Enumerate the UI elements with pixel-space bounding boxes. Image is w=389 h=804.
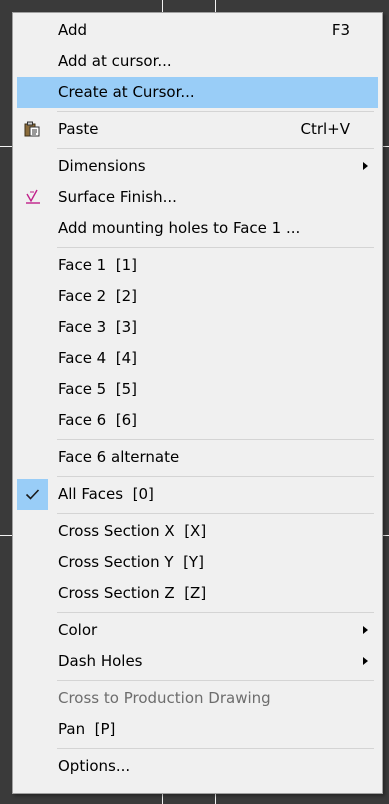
menu-item-label: Options... [58, 757, 131, 775]
menu-item-label: Add at cursor... [58, 52, 172, 70]
menu-item-face-1[interactable]: Face 1 [1] [17, 250, 378, 281]
menu-item-label: Cross Section X [X] [58, 522, 207, 540]
menu-item-label: All Faces [0] [58, 485, 154, 503]
menu-item-label: Face 2 [2] [58, 287, 138, 305]
submenu-arrow-icon [363, 626, 368, 634]
menu-item-all-faces[interactable]: All Faces [0] [17, 479, 378, 510]
menu-item-face-5[interactable]: Face 5 [5] [17, 374, 378, 405]
menu-item-cross-section-z[interactable]: Cross Section Z [Z] [17, 578, 378, 609]
menu-separator [57, 476, 374, 477]
menu-separator [57, 612, 374, 613]
menu-item-label: Create at Cursor... [58, 83, 195, 101]
menu-item-label: Add mounting holes to Face 1 ... [58, 219, 301, 237]
menu-item-label: Surface Finish... [58, 188, 177, 206]
menu-separator [57, 247, 374, 248]
menu-item-shortcut: F3 [331, 21, 350, 39]
menu-item-shortcut: Ctrl+V [300, 120, 350, 138]
menu-item-create-at-cursor[interactable]: Create at Cursor... [17, 77, 378, 108]
menu-separator [57, 439, 374, 440]
menu-item-face-3[interactable]: Face 3 [3] [17, 312, 378, 343]
menu-item-label: Face 6 [6] [58, 411, 138, 429]
menu-item-face-4[interactable]: Face 4 [4] [17, 343, 378, 374]
menu-item-label: Cross to Production Drawing [58, 689, 271, 707]
surface-finish-icon [26, 189, 40, 204]
menu-item-label: Paste [58, 120, 99, 138]
menu-item-paste[interactable]: Paste Ctrl+V [17, 114, 378, 145]
menu-item-label: Dash Holes [58, 652, 143, 670]
checkmark-icon [25, 489, 40, 500]
menu-item-label: Color [58, 621, 98, 639]
menu-item-add[interactable]: Add F3 [17, 15, 378, 46]
menu-item-label: Cross Section Y [Y] [58, 553, 204, 571]
menu-separator [57, 680, 374, 681]
submenu-arrow-icon [363, 657, 368, 665]
menu-item-add-at-cursor[interactable]: Add at cursor... [17, 46, 378, 77]
menu-item-pan[interactable]: Pan [P] [17, 714, 378, 745]
menu-item-label: Dimensions [58, 157, 146, 175]
context-menu: Add F3 Add at cursor... Create at Cursor… [12, 12, 383, 794]
menu-item-label: Face 3 [3] [58, 318, 138, 336]
menu-item-cross-section-y[interactable]: Cross Section Y [Y] [17, 547, 378, 578]
menu-item-label: Face 4 [4] [58, 349, 138, 367]
menu-item-label: Add [58, 21, 88, 39]
menu-item-label: Face 1 [1] [58, 256, 138, 274]
menu-item-label: Face 6 alternate [58, 448, 180, 466]
menu-item-face-6-alternate[interactable]: Face 6 alternate [17, 442, 378, 473]
menu-separator [57, 513, 374, 514]
menu-separator [57, 748, 374, 749]
menu-item-cross-section-x[interactable]: Cross Section X [X] [17, 516, 378, 547]
menu-item-face-6[interactable]: Face 6 [6] [17, 405, 378, 436]
menu-separator [57, 111, 374, 112]
menu-item-label: Cross Section Z [Z] [58, 584, 207, 602]
menu-item-add-mounting-holes[interactable]: Add mounting holes to Face 1 ... [17, 213, 378, 244]
menu-item-cross-to-production-drawing: Cross to Production Drawing [17, 683, 378, 714]
menu-item-color[interactable]: Color [17, 615, 378, 646]
menu-item-options[interactable]: Options... [17, 751, 378, 782]
menu-item-label: Pan [P] [58, 720, 116, 738]
submenu-arrow-icon [363, 162, 368, 170]
menu-separator [57, 148, 374, 149]
menu-item-surface-finish[interactable]: Surface Finish... [17, 182, 378, 213]
menu-item-dimensions[interactable]: Dimensions [17, 151, 378, 182]
menu-item-label: Face 5 [5] [58, 380, 138, 398]
menu-item-face-2[interactable]: Face 2 [2] [17, 281, 378, 312]
clipboard-icon [24, 121, 40, 137]
menu-item-dash-holes[interactable]: Dash Holes [17, 646, 378, 677]
